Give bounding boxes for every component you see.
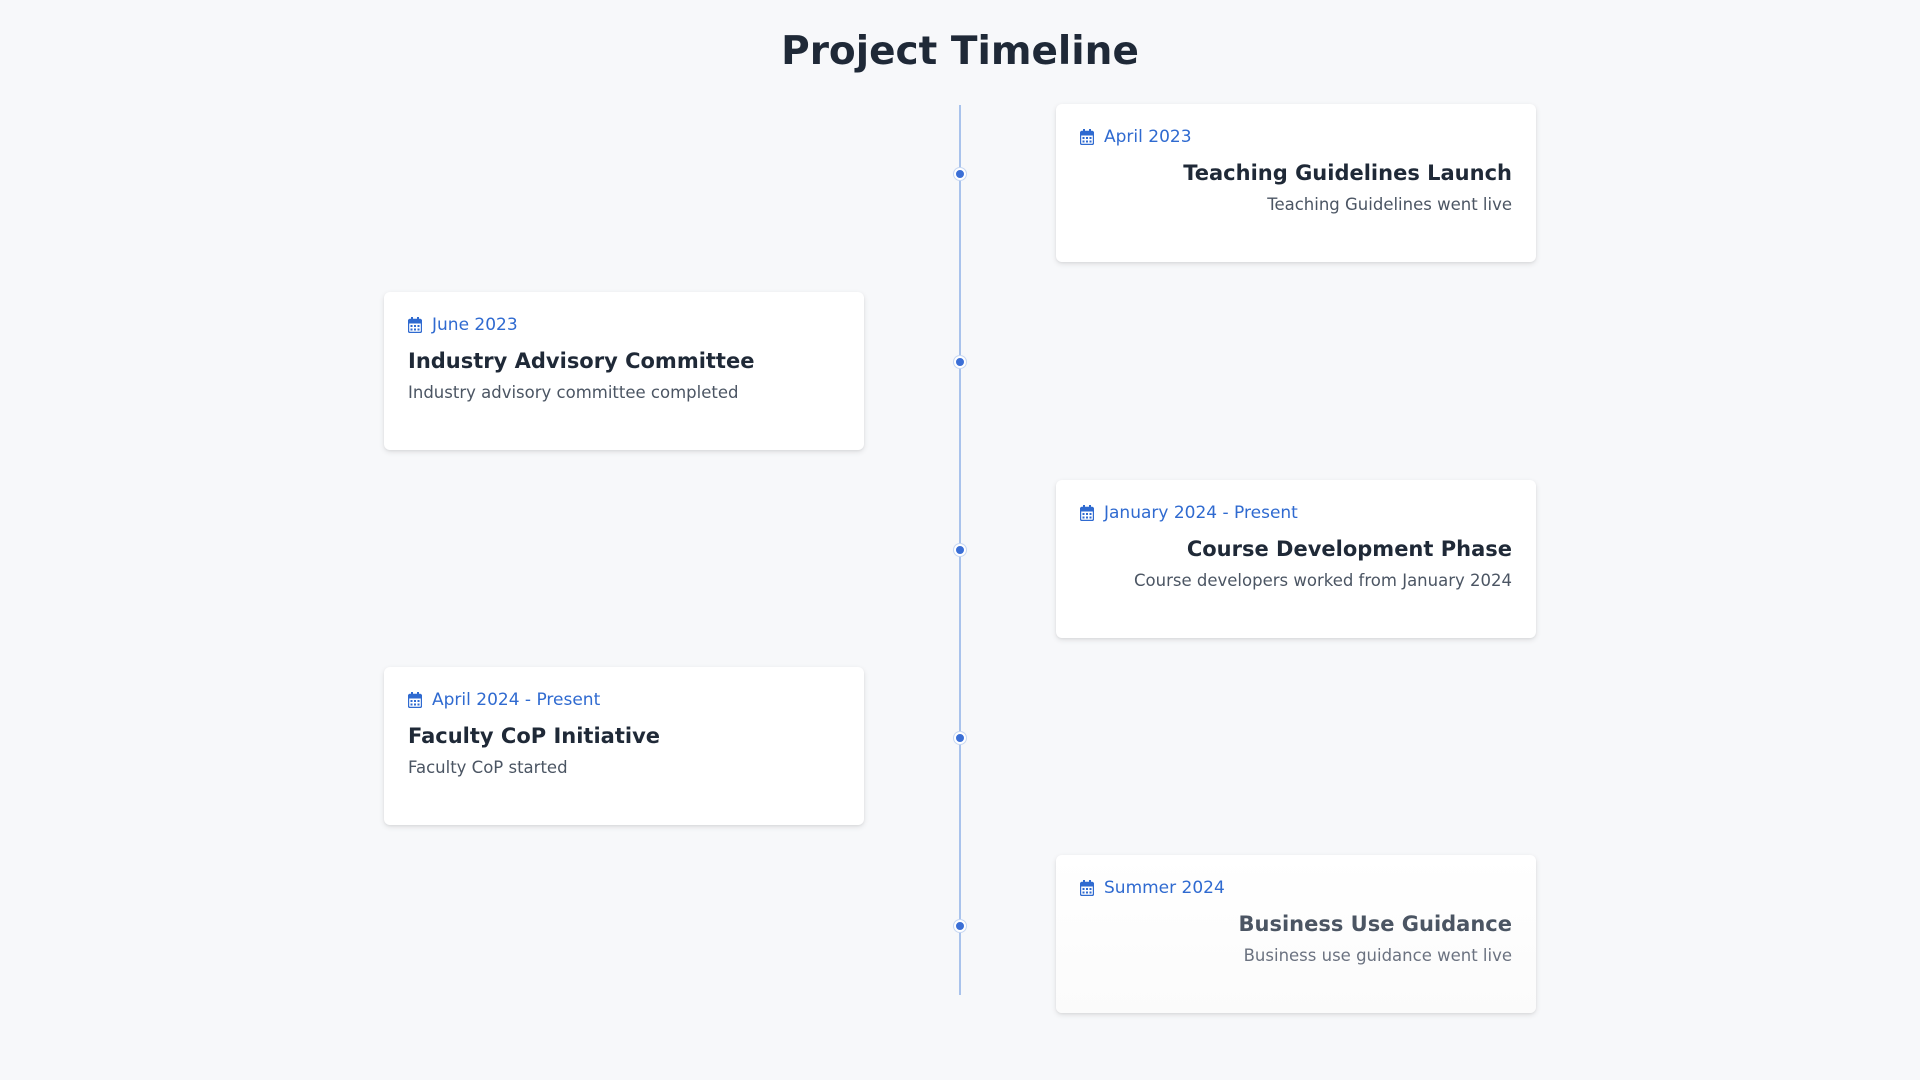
event-date-text: April 2023 [1104, 127, 1192, 147]
timeline-card: June 2023 Industry Advisory Committee In… [384, 292, 864, 450]
timeline-card: April 2023 Teaching Guidelines Launch Te… [1056, 104, 1536, 262]
event-description: Teaching Guidelines went live [1267, 195, 1512, 214]
timeline-card: April 2024 - Present Faculty CoP Initiat… [384, 667, 864, 825]
calendar-icon [1080, 880, 1094, 896]
event-description: Business use guidance went live [1243, 946, 1512, 965]
event-title: Business Use Guidance [1238, 912, 1513, 936]
timeline-dot [954, 732, 966, 744]
timeline-card: January 2024 - Present Course Developmen… [1056, 480, 1536, 638]
timeline-dot [954, 356, 966, 368]
timeline-dot [954, 544, 966, 556]
calendar-icon [408, 692, 422, 708]
event-date-text: April 2024 - Present [432, 690, 601, 710]
event-date: April 2024 - Present [408, 689, 840, 711]
event-title: Faculty CoP Initiative [408, 724, 660, 748]
event-description: Faculty CoP started [408, 758, 568, 777]
calendar-icon [1080, 129, 1094, 145]
event-title: Teaching Guidelines Launch [1183, 161, 1512, 185]
calendar-icon [1080, 505, 1094, 521]
event-title: Industry Advisory Committee [408, 349, 755, 373]
event-date: January 2024 - Present [1080, 502, 1512, 524]
timeline-card: Summer 2024 Business Use Guidance Busine… [1056, 855, 1536, 1013]
event-date-text: January 2024 - Present [1104, 503, 1298, 523]
event-date: April 2023 [1080, 126, 1512, 148]
event-date: Summer 2024 [1080, 877, 1512, 899]
event-date-text: June 2023 [432, 315, 518, 335]
event-description: Industry advisory committee completed [408, 383, 739, 402]
timeline-page: Project Timeline April 2023 Teaching Gui… [0, 0, 1920, 1080]
timeline-dot [954, 920, 966, 932]
event-description: Course developers worked from January 20… [1134, 571, 1512, 590]
timeline-dot [954, 168, 966, 180]
page-title: Project Timeline [781, 29, 1139, 74]
event-title: Course Development Phase [1186, 537, 1512, 561]
event-date: June 2023 [408, 314, 840, 336]
calendar-icon [408, 317, 422, 333]
event-date-text: Summer 2024 [1104, 878, 1225, 898]
